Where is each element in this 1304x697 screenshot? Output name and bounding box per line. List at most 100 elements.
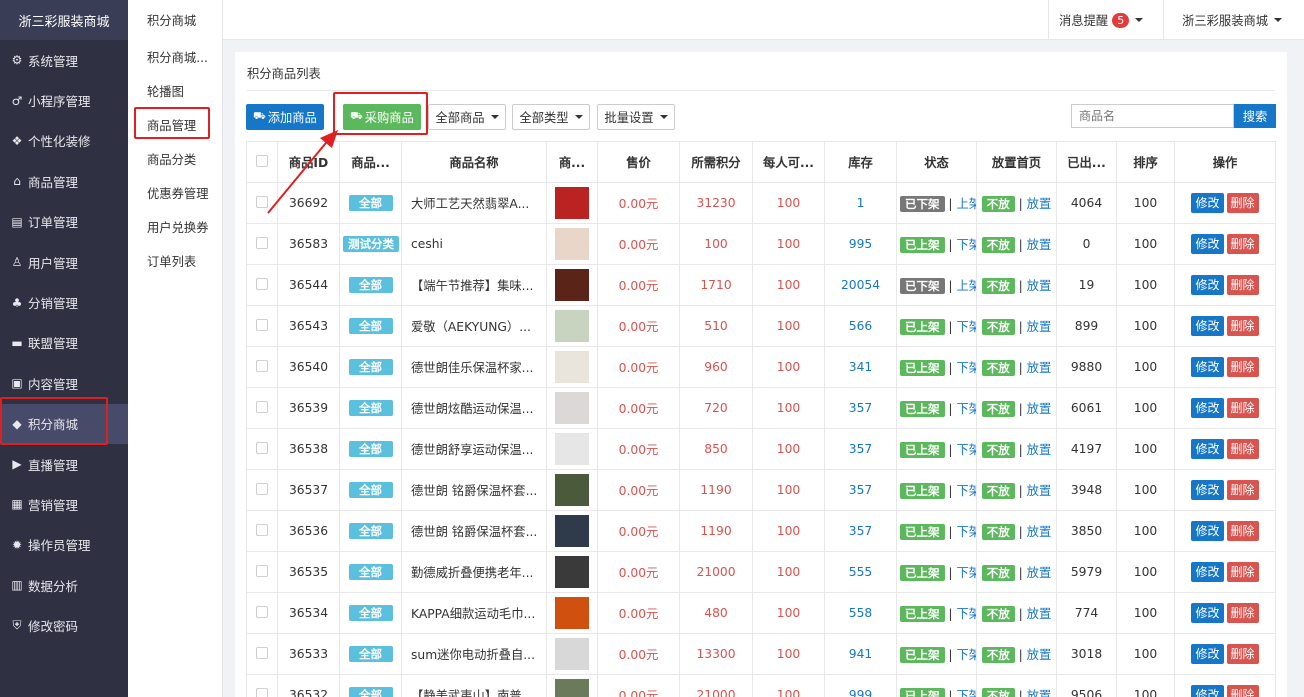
place-homepage-link[interactable]: 放置 xyxy=(1027,525,1052,539)
edit-button[interactable]: 修改 xyxy=(1191,685,1224,697)
goods-name[interactable]: 德世朗 铭爵保温杯套... xyxy=(401,469,547,511)
edit-button[interactable]: 修改 xyxy=(1191,357,1224,377)
place-homepage-link[interactable]: 放置 xyxy=(1027,566,1052,580)
delete-button[interactable]: 删除 xyxy=(1226,193,1259,213)
sidebar-item[interactable]: ▶ 直播管理 xyxy=(0,444,128,484)
stock-count[interactable]: 357 xyxy=(824,469,897,511)
subnav-item[interactable]: 优惠券管理 xyxy=(128,176,222,210)
filter-goods-dropdown[interactable]: 全部商品 xyxy=(428,104,506,130)
stock-count[interactable]: 558 xyxy=(824,592,897,634)
place-homepage-link[interactable]: 放置 xyxy=(1027,279,1052,293)
delete-button[interactable]: 删除 xyxy=(1226,357,1259,377)
delete-button[interactable]: 删除 xyxy=(1226,234,1259,254)
edit-button[interactable]: 修改 xyxy=(1191,275,1224,295)
row-checkbox[interactable] xyxy=(256,523,268,536)
stock-count[interactable]: 357 xyxy=(824,510,897,552)
toggle-sale-link[interactable]: 下架 xyxy=(956,525,975,539)
subnav-item[interactable]: 订单列表 xyxy=(128,244,222,278)
toggle-sale-link[interactable]: 下架 xyxy=(956,443,975,457)
row-checkbox[interactable] xyxy=(256,564,268,577)
goods-name[interactable]: 爱敬（AEKYUNG）... xyxy=(401,305,547,347)
subnav-item[interactable]: 用户兑换券 xyxy=(128,210,222,244)
edit-button[interactable]: 修改 xyxy=(1191,480,1224,500)
goods-name[interactable]: 大师工艺天然翡翠A... xyxy=(401,182,547,224)
edit-button[interactable]: 修改 xyxy=(1191,562,1224,582)
goods-name[interactable]: 【静美武夷山】南普... xyxy=(401,674,547,697)
place-homepage-link[interactable]: 放置 xyxy=(1027,361,1052,375)
toggle-sale-link[interactable]: 下架 xyxy=(956,484,975,498)
toggle-sale-link[interactable]: 下架 xyxy=(956,607,975,621)
place-homepage-link[interactable]: 放置 xyxy=(1027,402,1052,416)
toggle-sale-link[interactable]: 上架 xyxy=(956,279,975,293)
filter-type-dropdown[interactable]: 全部类型 xyxy=(512,104,590,130)
row-checkbox[interactable] xyxy=(256,359,268,372)
stock-count[interactable]: 555 xyxy=(824,551,897,593)
edit-button[interactable]: 修改 xyxy=(1191,234,1224,254)
place-homepage-link[interactable]: 放置 xyxy=(1027,443,1052,457)
search-input[interactable] xyxy=(1071,104,1234,128)
row-checkbox[interactable] xyxy=(256,277,268,290)
stock-count[interactable]: 341 xyxy=(824,346,897,388)
sidebar-item[interactable]: ▤ 订单管理 xyxy=(0,202,128,242)
delete-button[interactable]: 删除 xyxy=(1226,644,1259,664)
row-checkbox[interactable] xyxy=(256,482,268,495)
edit-button[interactable]: 修改 xyxy=(1191,644,1224,664)
edit-button[interactable]: 修改 xyxy=(1191,316,1224,336)
edit-button[interactable]: 修改 xyxy=(1191,521,1224,541)
row-checkbox[interactable] xyxy=(256,646,268,659)
stock-count[interactable]: 20054 xyxy=(824,264,897,306)
row-checkbox[interactable] xyxy=(256,236,268,249)
edit-button[interactable]: 修改 xyxy=(1191,398,1224,418)
goods-name[interactable]: 德世朗舒享运动保温... xyxy=(401,428,547,470)
delete-button[interactable]: 删除 xyxy=(1226,603,1259,623)
toggle-sale-link[interactable]: 下架 xyxy=(956,361,975,375)
delete-button[interactable]: 删除 xyxy=(1226,562,1259,582)
goods-name[interactable]: 德世朗佳乐保温杯家... xyxy=(401,346,547,388)
account-dropdown[interactable]: 浙三彩服装商城 xyxy=(1163,0,1304,40)
toggle-sale-link[interactable]: 上架 xyxy=(956,197,975,211)
row-checkbox[interactable] xyxy=(256,441,268,454)
toggle-sale-link[interactable]: 下架 xyxy=(956,402,975,416)
goods-name[interactable]: sum迷你电动折叠自... xyxy=(401,633,547,675)
sidebar-item[interactable]: ♣ 分销管理 xyxy=(0,282,128,322)
toggle-sale-link[interactable]: 下架 xyxy=(956,648,975,662)
goods-name[interactable]: ceshi xyxy=(401,223,547,265)
edit-button[interactable]: 修改 xyxy=(1191,603,1224,623)
place-homepage-link[interactable]: 放置 xyxy=(1027,484,1052,498)
row-checkbox[interactable] xyxy=(256,687,268,697)
goods-name[interactable]: 德世朗炫酷运动保温... xyxy=(401,387,547,429)
place-homepage-link[interactable]: 放置 xyxy=(1027,197,1052,211)
place-homepage-link[interactable]: 放置 xyxy=(1027,607,1052,621)
search-button[interactable]: 搜索 xyxy=(1234,104,1276,128)
goods-name[interactable]: 勤德威折叠便携老年... xyxy=(401,551,547,593)
delete-button[interactable]: 删除 xyxy=(1226,398,1259,418)
place-homepage-link[interactable]: 放置 xyxy=(1027,648,1052,662)
stock-count[interactable]: 357 xyxy=(824,387,897,429)
sidebar-item[interactable]: ❖ 个性化装修 xyxy=(0,121,128,161)
sidebar-item[interactable]: ▥ 数据分析 xyxy=(0,565,128,605)
edit-button[interactable]: 修改 xyxy=(1191,439,1224,459)
row-checkbox[interactable] xyxy=(256,400,268,413)
sidebar-item[interactable]: ♙ 用户管理 xyxy=(0,242,128,282)
add-goods-button[interactable]: ⛟ 添加商品 xyxy=(246,104,324,130)
subnav-item[interactable]: 积分商城... xyxy=(128,40,222,74)
delete-button[interactable]: 删除 xyxy=(1226,480,1259,500)
toggle-sale-link[interactable]: 下架 xyxy=(956,689,975,697)
goods-name[interactable]: KAPPA细款运动毛巾... xyxy=(401,592,547,634)
delete-button[interactable]: 删除 xyxy=(1226,316,1259,336)
delete-button[interactable]: 删除 xyxy=(1226,275,1259,295)
messages-dropdown[interactable]: 消息提醒 5 xyxy=(1048,0,1163,40)
stock-count[interactable]: 995 xyxy=(824,223,897,265)
subnav-item[interactable]: 轮播图 xyxy=(128,74,222,108)
row-checkbox[interactable] xyxy=(256,605,268,618)
sidebar-item[interactable]: ▬ 联盟管理 xyxy=(0,323,128,363)
toggle-sale-link[interactable]: 下架 xyxy=(956,566,975,580)
place-homepage-link[interactable]: 放置 xyxy=(1027,689,1052,697)
sidebar-item[interactable]: ⚙ 系统管理 xyxy=(0,40,128,80)
goods-name[interactable]: 德世朗 铭爵保温杯套... xyxy=(401,510,547,552)
place-homepage-link[interactable]: 放置 xyxy=(1027,320,1052,334)
sidebar-item[interactable]: ⌂ 商品管理 xyxy=(0,161,128,201)
sidebar-item[interactable]: ▦ 营销管理 xyxy=(0,484,128,524)
stock-count[interactable]: 1 xyxy=(824,182,897,224)
delete-button[interactable]: 删除 xyxy=(1226,521,1259,541)
